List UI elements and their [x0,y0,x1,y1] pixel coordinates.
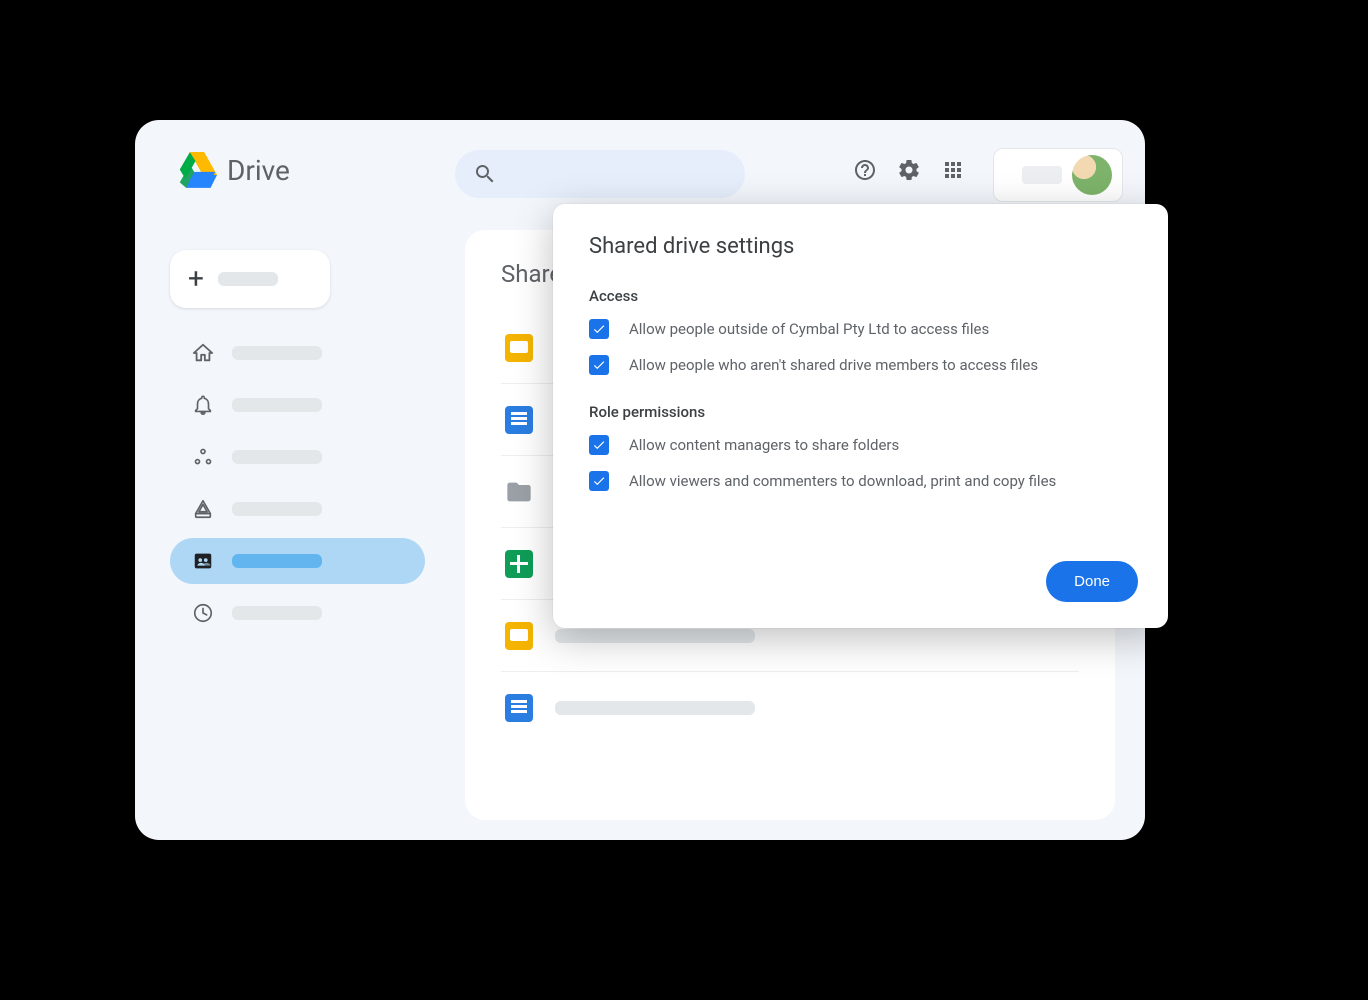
option-label: Allow people outside of Cymbal Pty Ltd t… [629,320,989,338]
shared-drives-icon [192,550,214,572]
dialog-title: Shared drive settings [589,234,1132,259]
drive-logo[interactable]: Drive [177,150,290,190]
header-actions [853,158,965,182]
option-label: Allow viewers and commenters to download… [629,472,1056,490]
checkbox[interactable] [589,435,609,455]
new-button[interactable]: + [170,250,330,308]
bell-icon [192,394,214,416]
help-icon[interactable] [853,158,877,182]
drive-triangle-icon [177,150,217,190]
option-row: Allow people outside of Cymbal Pty Ltd t… [589,319,1132,339]
sidebar-item-recent[interactable] [170,590,425,636]
done-button[interactable]: Done [1046,561,1138,602]
account-switcher[interactable] [993,148,1123,202]
plus-icon: + [188,265,204,293]
option-label: Allow content managers to share folders [629,436,899,454]
sidebar-item-mydrive[interactable] [170,486,425,532]
list-item[interactable] [501,672,1079,744]
checkbox[interactable] [589,471,609,491]
apps-grid-icon[interactable] [941,158,965,182]
option-row: Allow content managers to share folders [589,435,1132,455]
folder-icon [505,478,533,506]
avatar [1072,155,1112,195]
home-icon [192,342,214,364]
sidebar-item-activity[interactable] [170,382,425,428]
checkbox[interactable] [589,319,609,339]
gear-icon[interactable] [897,158,921,182]
account-label-placeholder [1022,166,1062,184]
option-row: Allow viewers and commenters to download… [589,471,1132,491]
header: Drive [135,120,1145,210]
section-title: Access [589,287,1132,305]
docs-icon [505,694,533,722]
section-title: Role permissions [589,403,1132,421]
sidebar-item-home[interactable] [170,330,425,376]
checkbox[interactable] [589,355,609,375]
docs-icon [505,406,533,434]
search-input[interactable] [455,150,745,198]
recent-icon [192,602,214,624]
sidebar-item-shared-drives[interactable] [170,538,425,584]
my-drive-icon [192,498,214,520]
shared-drive-settings-dialog: Shared drive settings Access Allow peopl… [553,204,1168,628]
workspaces-icon [192,446,214,468]
sidebar-item-workspaces[interactable] [170,434,425,480]
section-role-permissions: Role permissions Allow content managers … [589,403,1132,491]
slides-icon [505,622,533,650]
option-row: Allow people who aren't shared drive mem… [589,355,1132,375]
sidebar [170,330,425,636]
search-icon [473,162,497,186]
new-label-placeholder [218,272,278,286]
section-access: Access Allow people outside of Cymbal Pt… [589,287,1132,375]
option-label: Allow people who aren't shared drive mem… [629,356,1038,374]
slides-icon [505,334,533,362]
sheets-icon [505,550,533,578]
app-name: Drive [227,154,290,187]
